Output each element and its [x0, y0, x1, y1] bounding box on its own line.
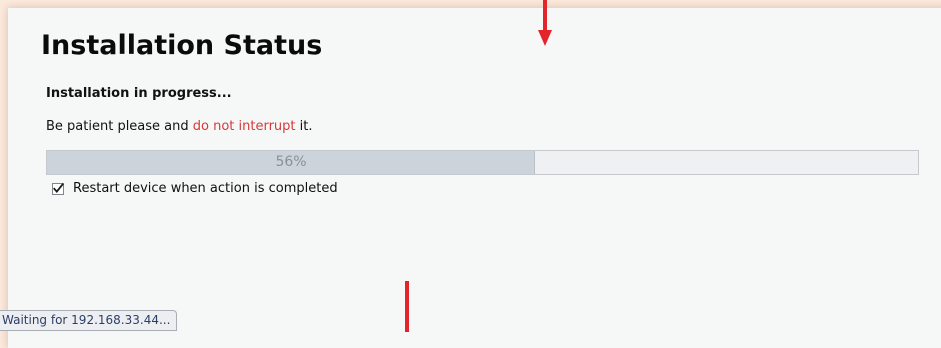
restart-device-label[interactable]: Restart device when action is completed	[73, 181, 338, 197]
page-title: Installation Status	[41, 30, 323, 61]
patience-text-after: it.	[295, 119, 313, 134]
patience-text-before: Be patient please and	[46, 119, 193, 134]
installation-status-heading: Installation in progress...	[46, 86, 232, 101]
browser-status-bar: Waiting for 192.168.33.44...	[0, 310, 178, 331]
checkmark-icon	[52, 183, 64, 195]
restart-device-checkbox[interactable]	[52, 183, 64, 195]
annotation-marker-line	[405, 281, 409, 332]
down-arrow-icon	[538, 0, 552, 46]
do-not-interrupt-warning: do not interrupt	[192, 119, 296, 134]
installation-progress-bar: 56%	[46, 150, 919, 175]
restart-option[interactable]: Restart device when action is completed	[52, 181, 338, 197]
patience-message: Be patient please and do not interrupt i…	[46, 119, 313, 135]
progress-percent-label: 56%	[275, 154, 307, 170]
